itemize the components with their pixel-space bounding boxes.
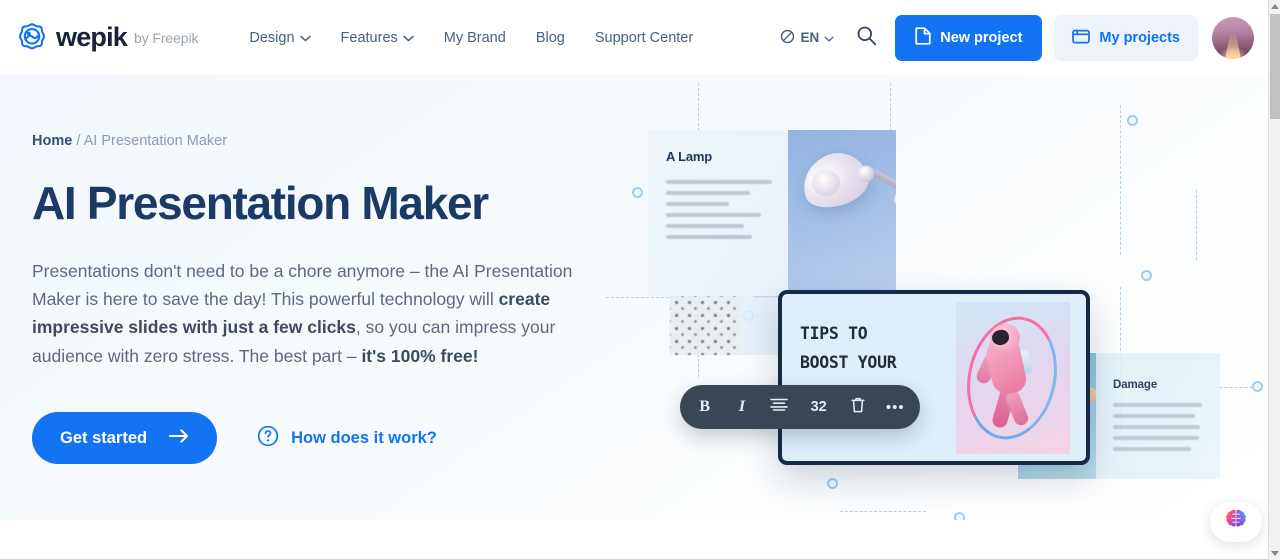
site-header: wepik by Freepik Design Features My Bran…	[0, 0, 1268, 75]
text-line	[666, 202, 729, 206]
nav-label: My Brand	[443, 29, 506, 46]
how-label: How does it work?	[291, 428, 437, 447]
chevron-down-icon	[824, 30, 834, 45]
delete-button[interactable]	[843, 392, 873, 422]
text-line	[1113, 425, 1201, 429]
header-actions: EN New project My projects	[770, 14, 1254, 61]
lamp-card-text: A Lamp	[648, 130, 788, 296]
nav-label: Blog	[535, 29, 565, 46]
desc-bold-2: it's 100% free!	[361, 345, 479, 366]
text-line	[1113, 447, 1191, 451]
damage-card-title: Damage	[1113, 379, 1158, 391]
chevron-down-icon	[299, 30, 311, 46]
slide-line-2: BOOST YOUR	[800, 353, 897, 373]
text-line	[666, 191, 751, 195]
wepik-logo-icon	[16, 22, 48, 54]
guide-node	[1127, 115, 1138, 126]
selected-slide[interactable]: TIPS TO BOOST YOUR INSTAGRAM PROFILE	[778, 290, 1090, 465]
hero-illustration: A Lamp Damage TIPS TO BOOST YOUR B I 32 …	[600, 75, 1268, 520]
browser-scrollbar[interactable]	[1268, 0, 1280, 560]
bold-button[interactable]: B	[690, 392, 720, 422]
logo-byline: by Freepik	[134, 29, 199, 46]
language-label: EN	[800, 30, 820, 45]
desc-part-1: Presentations don't need to be a chore a…	[32, 260, 573, 310]
scrollbar-thumb[interactable]	[1270, 14, 1280, 119]
ai-assistant-button[interactable]	[1210, 502, 1262, 542]
nav-item-design[interactable]: Design	[234, 24, 325, 52]
breadcrumb-home-link[interactable]: Home	[32, 133, 72, 149]
guide-line-horizontal	[840, 511, 926, 512]
language-selector[interactable]: EN	[770, 23, 844, 53]
search-button[interactable]	[844, 19, 889, 57]
slide-card-lamp[interactable]: A Lamp	[648, 130, 896, 296]
text-editor-toolbar: B I 32 •••	[680, 385, 920, 429]
font-size-value[interactable]: 32	[802, 392, 836, 422]
text-line	[1113, 414, 1195, 418]
lamp-photo	[788, 130, 896, 296]
new-project-button[interactable]: New project	[895, 14, 1043, 61]
breadcrumb: Home / AI Presentation Maker	[32, 133, 642, 149]
cta-row: Get started How does it work?	[32, 412, 642, 465]
nav-item-blog[interactable]: Blog	[521, 24, 580, 52]
text-line	[666, 213, 762, 217]
lamp-joint-shape	[894, 192, 896, 207]
breadcrumb-separator: /	[76, 133, 81, 149]
nav-label: Support Center	[594, 29, 694, 46]
nav-item-my-brand[interactable]: My Brand	[429, 24, 521, 52]
browser-viewport: wepik by Freepik Design Features My Bran…	[0, 0, 1280, 560]
astronaut-image	[956, 301, 1070, 454]
nav-item-features[interactable]: Features	[326, 24, 429, 52]
text-line	[666, 235, 753, 239]
avatar[interactable]	[1212, 16, 1254, 59]
hero-description: Presentations don't need to be a chore a…	[32, 257, 610, 370]
lamp-card-title: A Lamp	[666, 149, 712, 164]
guide-node	[827, 478, 838, 489]
guide-node	[632, 187, 643, 198]
get-started-label: Get started	[60, 428, 148, 447]
hero-content: Home / AI Presentation Maker AI Presenta…	[32, 133, 642, 465]
hero-section: Home / AI Presentation Maker AI Presenta…	[0, 75, 1268, 520]
file-icon	[915, 26, 931, 49]
folder-icon	[1072, 28, 1091, 48]
question-circle-icon	[257, 425, 279, 452]
nav-label: Features	[340, 29, 398, 46]
logo-wordmark: wepik	[56, 22, 128, 52]
page-title: AI Presentation Maker	[32, 177, 489, 229]
globe-icon	[780, 29, 795, 47]
trash-icon	[850, 396, 866, 419]
arrow-right-icon	[169, 428, 189, 448]
brain-icon	[1223, 507, 1249, 538]
logo[interactable]: wepik by Freepik	[16, 22, 198, 54]
align-button[interactable]	[764, 392, 794, 422]
damage-card-body: Damage	[1096, 353, 1220, 479]
main-nav: Design Features My Brand Blog Support Ce…	[234, 24, 708, 52]
scroll-up-arrow-icon[interactable]	[1271, 4, 1279, 9]
guide-node	[1252, 381, 1263, 392]
breadcrumb-current: AI Presentation Maker	[83, 133, 228, 149]
scroll-down-arrow-icon[interactable]	[1271, 551, 1279, 556]
my-projects-label: My projects	[1099, 29, 1180, 46]
nav-item-support-center[interactable]: Support Center	[580, 24, 708, 52]
chevron-down-icon	[403, 30, 414, 46]
how-does-it-work-link[interactable]: How does it work?	[257, 425, 437, 452]
text-line	[666, 180, 772, 184]
new-project-label: New project	[940, 29, 1023, 46]
text-line	[1113, 403, 1203, 407]
my-projects-button[interactable]: My projects	[1054, 14, 1198, 61]
italic-button[interactable]: I	[727, 392, 757, 422]
text-line	[666, 224, 744, 228]
align-center-icon	[770, 398, 789, 416]
guide-line-vertical	[1196, 190, 1197, 260]
slide-line-1: TIPS TO	[800, 323, 868, 343]
more-options-button[interactable]: •••	[880, 392, 910, 422]
nav-label: Design	[249, 29, 295, 46]
get-started-button[interactable]: Get started	[32, 412, 218, 465]
search-icon	[856, 25, 877, 51]
lamp-bulb-shape	[812, 170, 840, 196]
lamp-joint-shape	[858, 166, 874, 182]
text-line	[1113, 436, 1199, 440]
guide-node	[954, 512, 965, 520]
guide-node	[1141, 270, 1152, 281]
guide-line-vertical	[1120, 105, 1121, 255]
